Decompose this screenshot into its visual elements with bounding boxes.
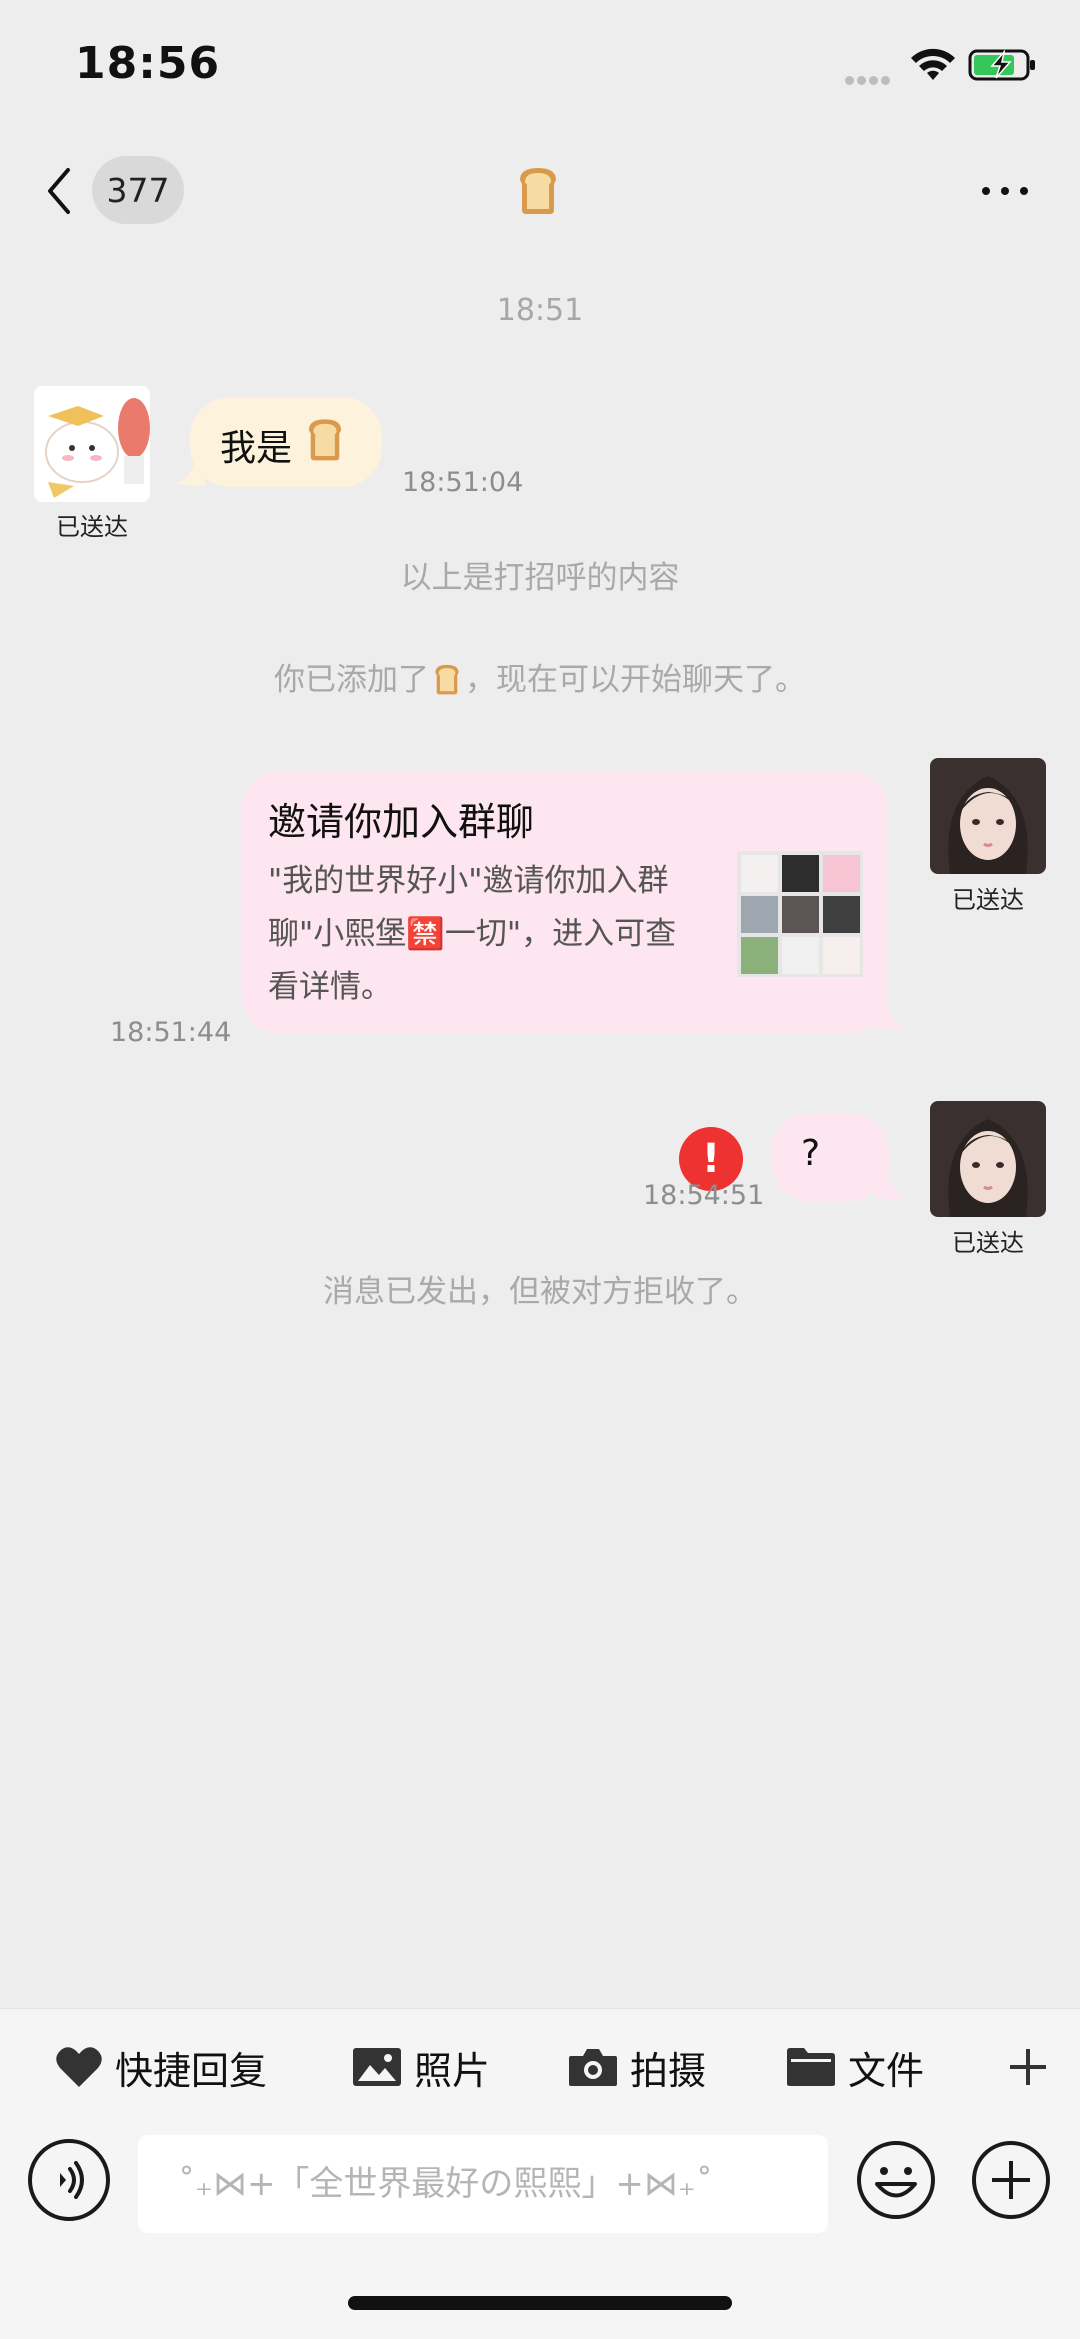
input-row bbox=[0, 2127, 1080, 2237]
voice-input-button[interactable] bbox=[28, 2139, 110, 2221]
wifi-icon bbox=[911, 48, 955, 80]
status-time: 18:56 bbox=[75, 38, 221, 89]
photo-button[interactable]: 照片 bbox=[352, 2037, 490, 2097]
my-avatar[interactable] bbox=[930, 1101, 1046, 1217]
photo-label: 照片 bbox=[414, 2048, 491, 2093]
time-divider: 18:51 bbox=[496, 293, 584, 328]
message-text: ? bbox=[801, 1133, 821, 1174]
message-timestamp: 18:51:04 bbox=[402, 467, 524, 498]
camera-button[interactable]: 拍摄 bbox=[568, 2037, 706, 2097]
back-chevron-icon[interactable] bbox=[40, 164, 76, 218]
outgoing-message-bubble[interactable]: ? bbox=[771, 1113, 889, 1201]
camera-label: 拍摄 bbox=[630, 2048, 707, 2093]
notice-suffix: ，现在可以开始聊天了。 bbox=[465, 662, 806, 698]
cellular-signal-icon bbox=[845, 70, 897, 85]
chat-header: 377 bbox=[0, 140, 1080, 240]
delivered-status: 已送达 bbox=[952, 886, 1024, 914]
bubble-tail bbox=[876, 1000, 906, 1029]
file-label: 文件 bbox=[848, 2048, 925, 2093]
invite-desc-line: "我的世界好小"邀请你加入群 bbox=[268, 863, 669, 899]
voice-icon bbox=[60, 2161, 84, 2199]
folder-icon bbox=[787, 2048, 835, 2086]
message-timestamp: 18:54:51 bbox=[643, 1180, 765, 1211]
invite-desc-line: 看详情。 bbox=[268, 969, 392, 1005]
friend-added-notice: 你已添加了 ，现在可以开始聊天了。 bbox=[0, 654, 1080, 699]
more-actions-button[interactable] bbox=[1006, 2037, 1062, 2097]
add-attachment-button[interactable] bbox=[970, 2139, 1052, 2221]
message-rejected-notice: 消息已发出，但被对方拒收了。 bbox=[323, 1274, 757, 1310]
bread-emoji-icon bbox=[308, 419, 342, 461]
invite-title: 邀请你加入群聊 bbox=[268, 800, 535, 844]
plus-icon bbox=[1010, 2049, 1046, 2085]
battery-charging-icon bbox=[968, 49, 1035, 81]
file-button[interactable]: 文件 bbox=[786, 2037, 924, 2097]
heart-icon bbox=[56, 2047, 102, 2087]
quick-action-bar: 快捷回复 照片 拍摄 文件 bbox=[0, 2009, 1080, 2129]
message-timestamp: 18:51:44 bbox=[110, 1017, 232, 1048]
message-text: 我是 bbox=[220, 428, 293, 469]
bubble-tail bbox=[876, 1170, 906, 1199]
bread-emoji-icon bbox=[435, 664, 459, 695]
my-avatar[interactable] bbox=[930, 758, 1046, 874]
quick-reply-button[interactable]: 快捷回复 bbox=[55, 2037, 267, 2097]
bubble-tail bbox=[175, 460, 205, 486]
unread-count-badge[interactable]: 377 bbox=[92, 156, 184, 224]
greeting-notice: 以上是打招呼的内容 bbox=[400, 560, 680, 596]
delivered-status: 已送达 bbox=[952, 1229, 1024, 1257]
invite-description: "我的世界好小"邀请你加入群 聊"小熙堡🈲一切"，进入可查 看详情。 bbox=[268, 855, 708, 1014]
notice-prefix: 你已添加了 bbox=[274, 662, 429, 698]
camera-icon bbox=[569, 2049, 617, 2086]
more-options-icon[interactable] bbox=[980, 185, 1030, 197]
contact-avatar[interactable] bbox=[34, 386, 150, 502]
home-indicator bbox=[348, 2296, 732, 2310]
group-avatar-thumbnail bbox=[737, 851, 863, 977]
quick-reply-label: 快捷回复 bbox=[115, 2048, 268, 2093]
emoji-button[interactable] bbox=[855, 2139, 937, 2221]
incoming-message-bubble[interactable]: 我是 bbox=[190, 397, 382, 487]
status-bar: 18:56 bbox=[0, 0, 1080, 130]
delivered-status: 已送达 bbox=[56, 513, 128, 541]
image-icon bbox=[353, 2048, 401, 2086]
group-invite-card[interactable]: 邀请你加入群聊 "我的世界好小"邀请你加入群 聊"小熙堡🈲一切"，进入可查 看详… bbox=[242, 771, 887, 1033]
message-input[interactable] bbox=[138, 2135, 828, 2233]
invite-desc-line: 聊"小熙堡🈲一切"，进入可查 bbox=[268, 916, 677, 952]
bottom-panel: 快捷回复 照片 拍摄 文件 bbox=[0, 2008, 1080, 2339]
bread-emoji-icon bbox=[520, 168, 556, 214]
